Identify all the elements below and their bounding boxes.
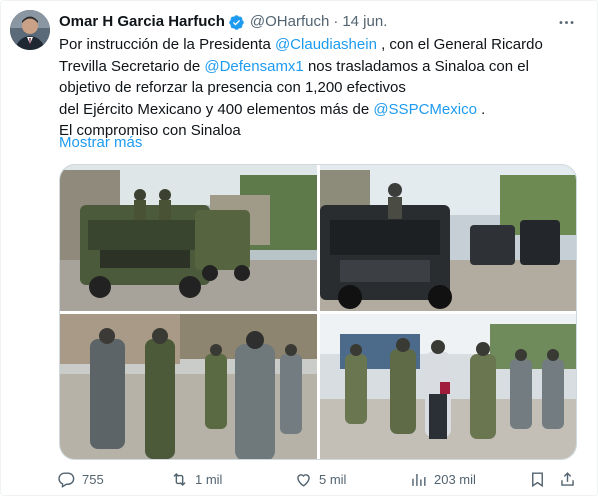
text-segment: .	[476, 100, 486, 118]
heart-icon	[297, 473, 310, 487]
retweet-button[interactable]: 1 mil	[170, 467, 222, 491]
photo-officials-walking[interactable]	[320, 314, 576, 459]
tweet-card[interactable]: Omar H Garcia Harfuch @OHarfuch · 14 jun…	[0, 0, 598, 496]
author-name[interactable]: Omar H Garcia Harfuch	[59, 12, 225, 32]
verified-badge-icon	[229, 14, 244, 30]
text-segment: del Ejército Mexicano y 400 elementos má…	[59, 100, 374, 118]
show-more-link[interactable]: Mostrar más	[59, 133, 142, 153]
photo-military-trucks-street[interactable]	[60, 165, 317, 311]
share-icon	[561, 471, 574, 486]
text-segment: objetivo de reforzar la presencia con 1,…	[59, 79, 406, 96]
retweet-count: 1 mil	[195, 471, 223, 487]
views-button[interactable]: 203 mil	[409, 467, 476, 491]
text-segment: nos trasladamos a Sinaloa con el	[303, 57, 529, 75]
bookmark-icon	[532, 471, 543, 487]
reply-button[interactable]: 755	[57, 467, 104, 491]
mention-link[interactable]: @Defensamx1	[204, 58, 303, 75]
views-count: 203 mil	[434, 471, 476, 487]
separator-dot: ·	[333, 13, 339, 30]
action-bar: 755 1 mil 5 mil 203 mil	[53, 467, 583, 491]
text-segment: Trevilla Secretario de	[59, 57, 205, 75]
tweet-header: Omar H Garcia Harfuch @OHarfuch · 14 jun…	[59, 11, 577, 33]
text-segment: , con el General Ricardo	[376, 36, 543, 53]
tweet-date[interactable]: 14 jun.	[342, 12, 387, 32]
like-button[interactable]: 5 mil	[294, 467, 346, 491]
media-grid	[59, 164, 577, 460]
mention-link[interactable]: @Claudiashein	[275, 36, 377, 53]
like-count: 5 mil	[319, 471, 347, 487]
reply-count: 755	[82, 471, 104, 487]
tweet-line: Trevilla Secretario de @Defensamx1 nos t…	[59, 56, 579, 78]
mention-link[interactable]: @SSPCMexico	[373, 101, 477, 118]
share-button[interactable]	[558, 467, 577, 491]
photo-soldiers-walking[interactable]	[60, 314, 317, 459]
tweet-line: objetivo de reforzar la presencia con 1,…	[59, 77, 579, 99]
retweet-icon	[173, 472, 186, 486]
reply-icon	[58, 471, 75, 488]
tweet-text: Por instrucción de la Presidenta @Claudi…	[59, 34, 579, 142]
text-segment: Por instrucción de la Presidenta	[59, 36, 275, 53]
avatar[interactable]	[10, 10, 50, 50]
tweet-line: del Ejército Mexicano y 400 elementos má…	[59, 99, 579, 121]
views-chart-icon	[412, 473, 426, 486]
bookmark-button[interactable]	[528, 467, 547, 491]
photo-black-trucks[interactable]	[320, 165, 576, 311]
tweet-line: Por instrucción de la Presidenta @Claudi…	[59, 34, 579, 56]
author-handle[interactable]: @OHarfuch	[250, 12, 329, 32]
more-options-icon[interactable]	[555, 11, 577, 33]
